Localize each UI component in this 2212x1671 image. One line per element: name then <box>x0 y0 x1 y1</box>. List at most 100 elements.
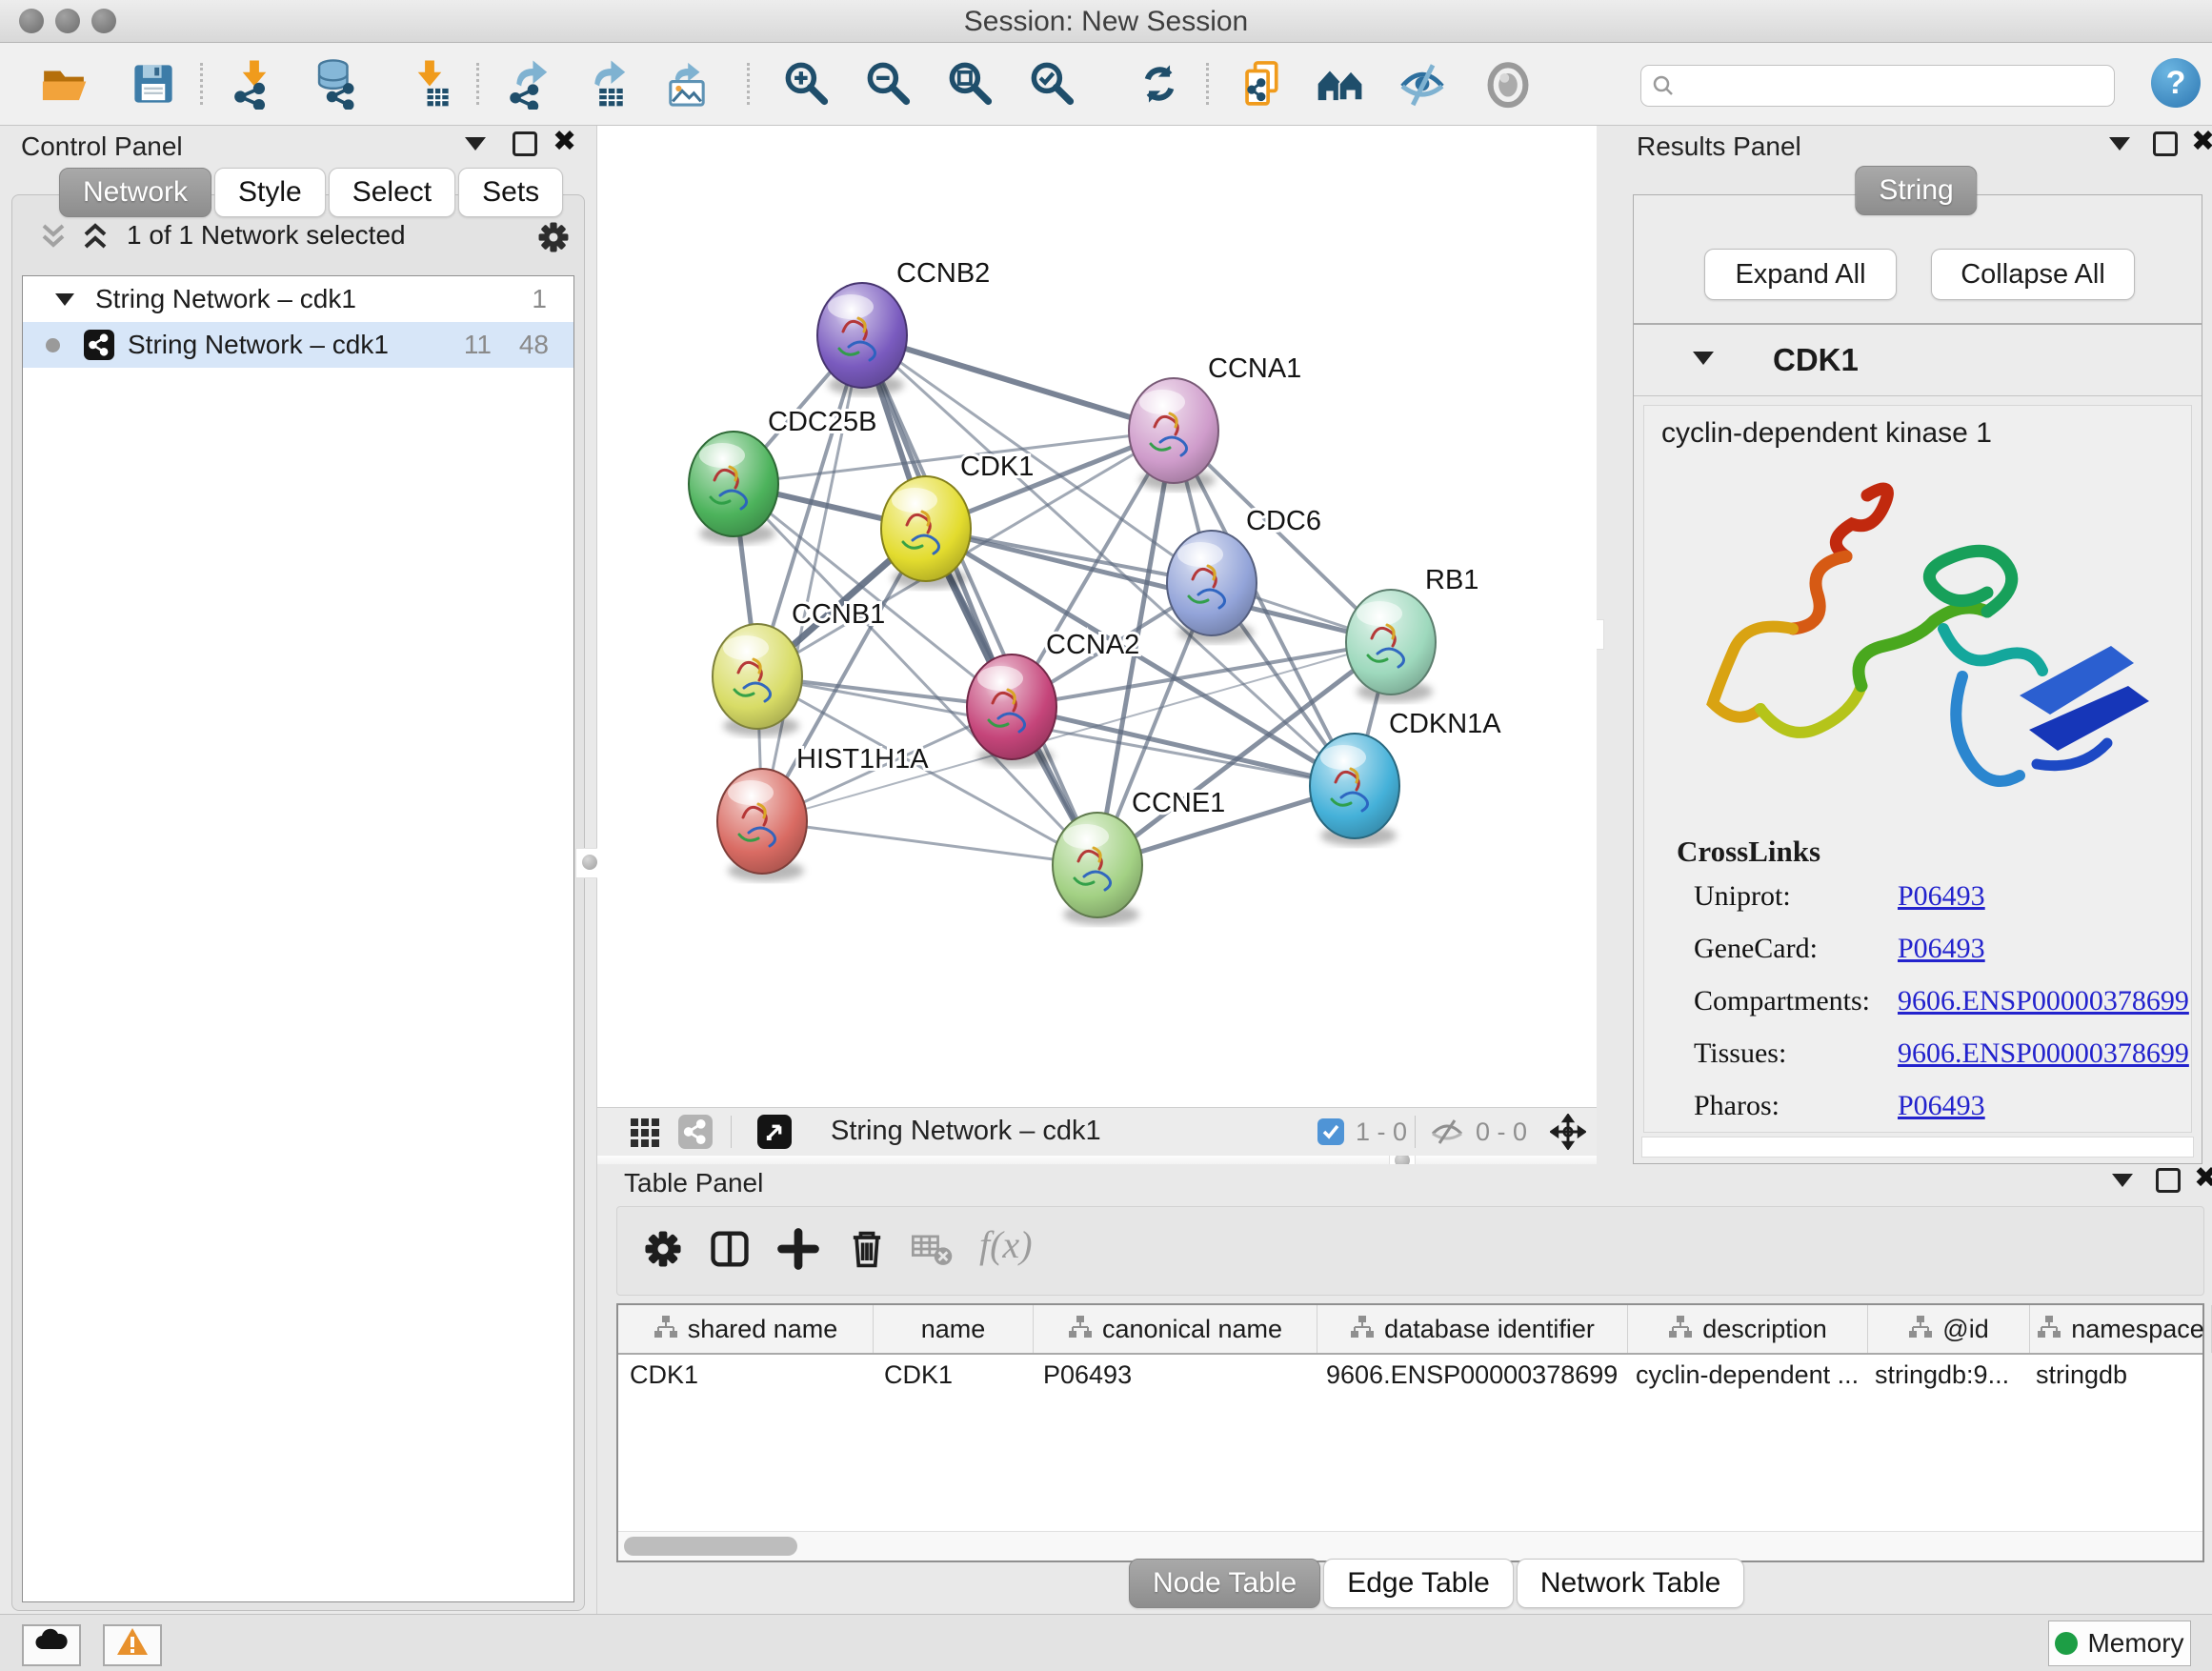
column-header-shared-name[interactable]: shared name <box>618 1305 874 1353</box>
network-node[interactable]: HIST1H1A <box>717 744 929 881</box>
crosslink-link[interactable]: P06493 <box>1898 1090 1985 1122</box>
tab-network-table[interactable]: Network Table <box>1517 1559 1745 1608</box>
control-panel: Control Panel ✖ NetworkStyleSelectSets 1… <box>0 126 597 1615</box>
tab-sets[interactable]: Sets <box>458 168 563 217</box>
expand-all-icon[interactable] <box>79 222 111 251</box>
column-header-description[interactable]: description <box>1628 1305 1868 1353</box>
table-panel: Table Panel ✖ f(x) shared namenamecanoni… <box>597 1164 2212 1615</box>
import-table-file-icon[interactable] <box>404 58 455 110</box>
node-label: CCNB1 <box>792 599 885 630</box>
column-header-database-identifier[interactable]: database identifier <box>1317 1305 1628 1353</box>
table-cell[interactable]: stringdb <box>2024 1355 2205 1395</box>
column-label: description <box>1702 1315 1827 1344</box>
network-node[interactable]: CDC6 <box>1167 506 1321 643</box>
gear-icon[interactable] <box>534 218 573 256</box>
open-in-new-icon[interactable] <box>757 1115 792 1149</box>
network-node[interactable]: CCNB1 <box>713 599 885 736</box>
show-all-icon[interactable] <box>1482 58 1534 110</box>
column-label: namespace <box>2071 1315 2204 1344</box>
network-view-toolbar: String Network – cdk1 1 - 0 0 - 0 <box>597 1107 1597 1156</box>
table-cell[interactable]: P06493 <box>1032 1355 1315 1395</box>
expand-all-button[interactable]: Expand All <box>1704 249 1897 300</box>
help-icon[interactable]: ? <box>2151 58 2201 108</box>
share-network-icon[interactable] <box>678 1115 713 1149</box>
cloud-status-button[interactable] <box>22 1624 81 1666</box>
selected-checkbox-icon[interactable] <box>1317 1118 1344 1145</box>
birds-eye-view-icon[interactable] <box>629 1117 661 1149</box>
table-cell[interactable]: CDK1 <box>618 1355 873 1395</box>
column-header--id[interactable]: @id <box>1868 1305 2030 1353</box>
network-node[interactable]: CCNE1 <box>1053 788 1225 925</box>
show-columns-icon[interactable] <box>707 1226 753 1272</box>
table-cell[interactable]: stringdb:9... <box>1863 1355 2024 1395</box>
panel-menu-icon[interactable] <box>2109 137 2130 155</box>
memory-button[interactable]: Memory <box>2048 1621 2191 1666</box>
network-node[interactable]: CDKN1A <box>1310 709 1501 846</box>
collapse-all-icon[interactable] <box>37 222 70 251</box>
crosslink-link[interactable]: 9606.ENSP00000378699 <box>1898 985 2189 1017</box>
delete-column-icon[interactable] <box>844 1226 890 1272</box>
pan-crosshair-icon[interactable] <box>1550 1114 1586 1150</box>
column-header-namespace[interactable]: namespace <box>2030 1305 2212 1353</box>
export-image-icon[interactable] <box>661 58 713 110</box>
zoom-selected-icon[interactable] <box>1027 58 1078 110</box>
column-header-name[interactable]: name <box>874 1305 1034 1353</box>
panel-close-icon[interactable]: ✖ <box>2194 1166 2212 1192</box>
zoom-out-icon[interactable] <box>863 58 915 110</box>
panel-close-icon[interactable]: ✖ <box>2191 130 2212 155</box>
tab-select[interactable]: Select <box>329 168 455 217</box>
hidden-eye-icon[interactable] <box>1430 1118 1464 1145</box>
import-network-database-icon[interactable] <box>309 58 360 110</box>
panel-close-icon[interactable]: ✖ <box>553 130 576 155</box>
tab-network[interactable]: Network <box>59 168 211 217</box>
refresh-view-icon[interactable] <box>1134 58 1185 110</box>
panel-menu-icon[interactable] <box>465 137 486 155</box>
tab-style[interactable]: Style <box>214 168 326 217</box>
network-node[interactable]: RB1 <box>1346 565 1478 702</box>
panel-menu-icon[interactable] <box>2112 1174 2133 1192</box>
table-cell[interactable]: cyclin-dependent ... <box>1624 1355 1863 1395</box>
network-snapshot-icon[interactable] <box>1237 58 1288 110</box>
column-header-canonical-name[interactable]: canonical name <box>1034 1305 1317 1353</box>
gene-name: CDK1 <box>1773 342 1859 378</box>
network-edge <box>762 821 1097 865</box>
collapse-all-button[interactable]: Collapse All <box>1931 249 2135 300</box>
panel-float-icon[interactable] <box>2156 1168 2181 1198</box>
crosslink-link[interactable]: 9606.ENSP00000378699 <box>1898 1037 2189 1070</box>
table-cell[interactable]: CDK1 <box>873 1355 1032 1395</box>
table-cell[interactable]: 9606.ENSP00000378699 <box>1315 1355 1624 1395</box>
import-network-file-icon[interactable] <box>229 58 280 110</box>
save-session-icon[interactable] <box>128 58 179 110</box>
first-neighbors-icon[interactable] <box>1315 58 1366 110</box>
crosslink-link[interactable]: P06493 <box>1898 880 1985 913</box>
panel-float-icon[interactable] <box>513 131 537 161</box>
export-table-icon[interactable] <box>583 58 634 110</box>
delete-table-icon[interactable] <box>909 1226 955 1272</box>
export-network-icon[interactable] <box>505 58 556 110</box>
results-scrollbar[interactable] <box>1641 1137 2194 1158</box>
network-node[interactable]: CCNA2 <box>967 630 1139 767</box>
warnings-button[interactable] <box>103 1624 162 1666</box>
network-canvas[interactable]: CCNB2CCNA1CDC25BCDK1CDC6RB1CCNB1CCNA2CDK… <box>597 126 1597 1107</box>
table-hscrollbar[interactable] <box>618 1531 2202 1560</box>
table-row[interactable]: CDK1CDK1P064939606.ENSP00000378699cyclin… <box>618 1355 2202 1395</box>
zoom-fit-icon[interactable] <box>945 58 996 110</box>
toolbar-separator <box>200 63 203 105</box>
tab-string[interactable]: String <box>1855 166 1977 215</box>
gene-header[interactable]: CDK1 <box>1634 325 2202 396</box>
open-session-icon[interactable] <box>38 58 90 110</box>
zoom-in-icon[interactable] <box>781 58 833 110</box>
network-collection-row[interactable]: String Network – cdk1 1 <box>23 276 573 322</box>
function-builder-icon[interactable]: f(x) <box>979 1222 1033 1267</box>
network-row[interactable]: String Network – cdk1 11 48 <box>23 322 573 368</box>
panel-float-icon[interactable] <box>2153 131 2178 161</box>
tree-expander-icon[interactable] <box>55 293 74 306</box>
crosslink-link[interactable]: P06493 <box>1898 933 1985 965</box>
table-hscroll-thumb[interactable] <box>624 1537 797 1556</box>
search-input[interactable] <box>1640 65 2115 107</box>
tab-node-table[interactable]: Node Table <box>1129 1559 1320 1608</box>
table-gear-icon[interactable] <box>640 1226 686 1272</box>
hide-selected-icon[interactable] <box>1397 58 1448 110</box>
tab-edge-table[interactable]: Edge Table <box>1323 1559 1514 1608</box>
add-column-icon[interactable] <box>775 1226 821 1272</box>
